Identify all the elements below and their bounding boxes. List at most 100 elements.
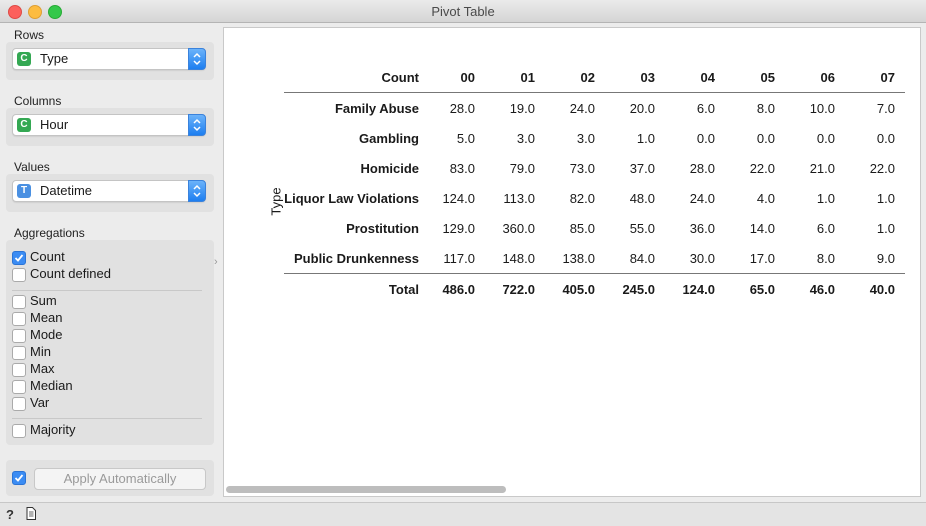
row-header: Homicide bbox=[360, 160, 419, 176]
aggregation-label: Var bbox=[30, 395, 50, 410]
aggregation-label: Mean bbox=[30, 310, 63, 325]
table-row: Liquor Law Violations 124.0 113.0 82.0 4… bbox=[284, 183, 905, 213]
table-row: Prostitution 129.0 360.0 85.0 55.0 36.0 … bbox=[284, 213, 905, 243]
columns-combo-value: Hour bbox=[40, 117, 69, 132]
table-cell: 8.0 bbox=[816, 250, 835, 266]
table-cell: 24.0 bbox=[689, 190, 715, 206]
table-cell: 117.0 bbox=[443, 250, 475, 266]
table-cell: 1.0 bbox=[876, 190, 895, 206]
checkbox-icon[interactable] bbox=[12, 397, 26, 411]
table-cell: 6.0 bbox=[665, 92, 725, 123]
checkbox-checked-icon[interactable] bbox=[12, 251, 26, 265]
table-cell: 82.0 bbox=[569, 190, 595, 206]
chevron-right-icon[interactable]: › bbox=[214, 256, 218, 268]
table-cell: 0.0 bbox=[816, 130, 835, 146]
column-header: 04 bbox=[700, 69, 715, 85]
values-combo-value: Datetime bbox=[40, 183, 93, 198]
total-cell: 722.0 bbox=[485, 273, 545, 304]
checkbox-icon[interactable] bbox=[12, 268, 26, 282]
aggregation-label: Median bbox=[30, 378, 73, 393]
column-header: 06 bbox=[820, 69, 835, 85]
aggregation-label: Count bbox=[30, 249, 65, 264]
rows-label: Rows bbox=[14, 28, 45, 42]
columns-label: Columns bbox=[14, 94, 62, 108]
table-cell: 0.0 bbox=[876, 130, 895, 146]
column-header: 00 bbox=[460, 69, 475, 85]
categorical-variable-icon: C bbox=[17, 52, 31, 66]
table-cell: 55.0 bbox=[629, 220, 655, 236]
table-cell: 79.0 bbox=[509, 160, 535, 176]
table-cell: 1.0 bbox=[876, 220, 895, 236]
checkbox-icon[interactable] bbox=[12, 380, 26, 394]
column-header: 03 bbox=[640, 69, 655, 85]
row-variable-label: Type bbox=[268, 187, 284, 216]
corner-header: Count bbox=[381, 69, 419, 85]
rows-group: C Type bbox=[6, 42, 214, 80]
table-cell: 84.0 bbox=[629, 250, 655, 266]
header-row: Count 00 01 02 03 04 05 06 07 bbox=[284, 62, 905, 93]
divider bbox=[12, 290, 202, 291]
table-cell: 6.0 bbox=[816, 220, 835, 236]
table-cell: 9.0 bbox=[876, 250, 895, 266]
table-cell: 8.0 bbox=[725, 92, 785, 123]
column-header: 07 bbox=[880, 69, 895, 85]
total-cell: 124.0 bbox=[665, 273, 725, 304]
table-cell: 0.0 bbox=[696, 130, 715, 146]
table-cell: 3.0 bbox=[576, 130, 595, 146]
row-header: Gambling bbox=[359, 130, 419, 146]
status-bar: ? bbox=[0, 502, 926, 526]
table-cell: 10.0 bbox=[785, 92, 845, 123]
table-cell: 28.0 bbox=[425, 92, 485, 123]
chevron-up-down-icon bbox=[188, 48, 206, 70]
help-icon[interactable]: ? bbox=[6, 507, 14, 522]
chevron-up-down-icon bbox=[188, 114, 206, 136]
column-header: 02 bbox=[580, 69, 595, 85]
horizontal-scrollbar[interactable] bbox=[226, 486, 506, 493]
total-row: Total 486.0 722.0 405.0 245.0 124.0 65.0… bbox=[284, 273, 905, 304]
table-cell: 4.0 bbox=[756, 190, 775, 206]
checkbox-icon[interactable] bbox=[12, 295, 26, 309]
table-cell: 85.0 bbox=[569, 220, 595, 236]
checkbox-icon[interactable] bbox=[12, 329, 26, 343]
rows-combo-value: Type bbox=[40, 51, 69, 66]
table-cell: 113.0 bbox=[503, 190, 535, 206]
values-group: T Datetime bbox=[6, 174, 214, 212]
table-cell: 5.0 bbox=[456, 130, 475, 146]
aggregation-label: Count defined bbox=[30, 266, 111, 281]
total-cell: 245.0 bbox=[605, 273, 665, 304]
aggregation-label: Min bbox=[30, 344, 51, 359]
aggregations-label: Aggregations bbox=[14, 226, 85, 240]
row-header: Total bbox=[284, 273, 425, 304]
table-cell: 73.0 bbox=[569, 160, 595, 176]
values-label: Values bbox=[14, 160, 50, 174]
total-cell: 46.0 bbox=[785, 273, 845, 304]
table-cell: 129.0 bbox=[442, 220, 475, 236]
categorical-variable-icon: C bbox=[17, 118, 31, 132]
values-combo[interactable]: T Datetime bbox=[12, 180, 206, 202]
columns-combo[interactable]: C Hour bbox=[12, 114, 206, 136]
apply-automatically-button[interactable]: Apply Automatically bbox=[34, 468, 206, 490]
title-bar: Pivot Table bbox=[0, 0, 926, 23]
report-icon[interactable] bbox=[26, 507, 36, 523]
columns-group: C Hour bbox=[6, 108, 214, 146]
row-header: Liquor Law Violations bbox=[284, 190, 419, 206]
table-cell: 37.0 bbox=[629, 160, 655, 176]
table-cell: 1.0 bbox=[636, 130, 655, 146]
aggregation-label: Sum bbox=[30, 293, 57, 308]
rows-combo[interactable]: C Type bbox=[12, 48, 206, 70]
table-cell: 7.0 bbox=[845, 92, 905, 123]
table-cell: 21.0 bbox=[809, 160, 835, 176]
time-variable-icon: T bbox=[17, 184, 31, 198]
checkbox-icon[interactable] bbox=[12, 424, 26, 438]
aggregation-label: Majority bbox=[30, 422, 76, 437]
pivot-table-view[interactable]: Type Count 00 01 02 03 04 05 06 07 Famil… bbox=[223, 27, 921, 497]
total-cell: 405.0 bbox=[545, 273, 605, 304]
auto-apply-checkbox[interactable] bbox=[12, 471, 26, 485]
checkbox-icon[interactable] bbox=[12, 312, 26, 326]
table-cell: 17.0 bbox=[749, 250, 775, 266]
table-cell: 24.0 bbox=[545, 92, 605, 123]
checkbox-icon[interactable] bbox=[12, 346, 26, 360]
total-cell: 40.0 bbox=[845, 273, 905, 304]
checkbox-icon[interactable] bbox=[12, 363, 26, 377]
table-row: Homicide 83.0 79.0 73.0 37.0 28.0 22.0 2… bbox=[284, 153, 905, 183]
